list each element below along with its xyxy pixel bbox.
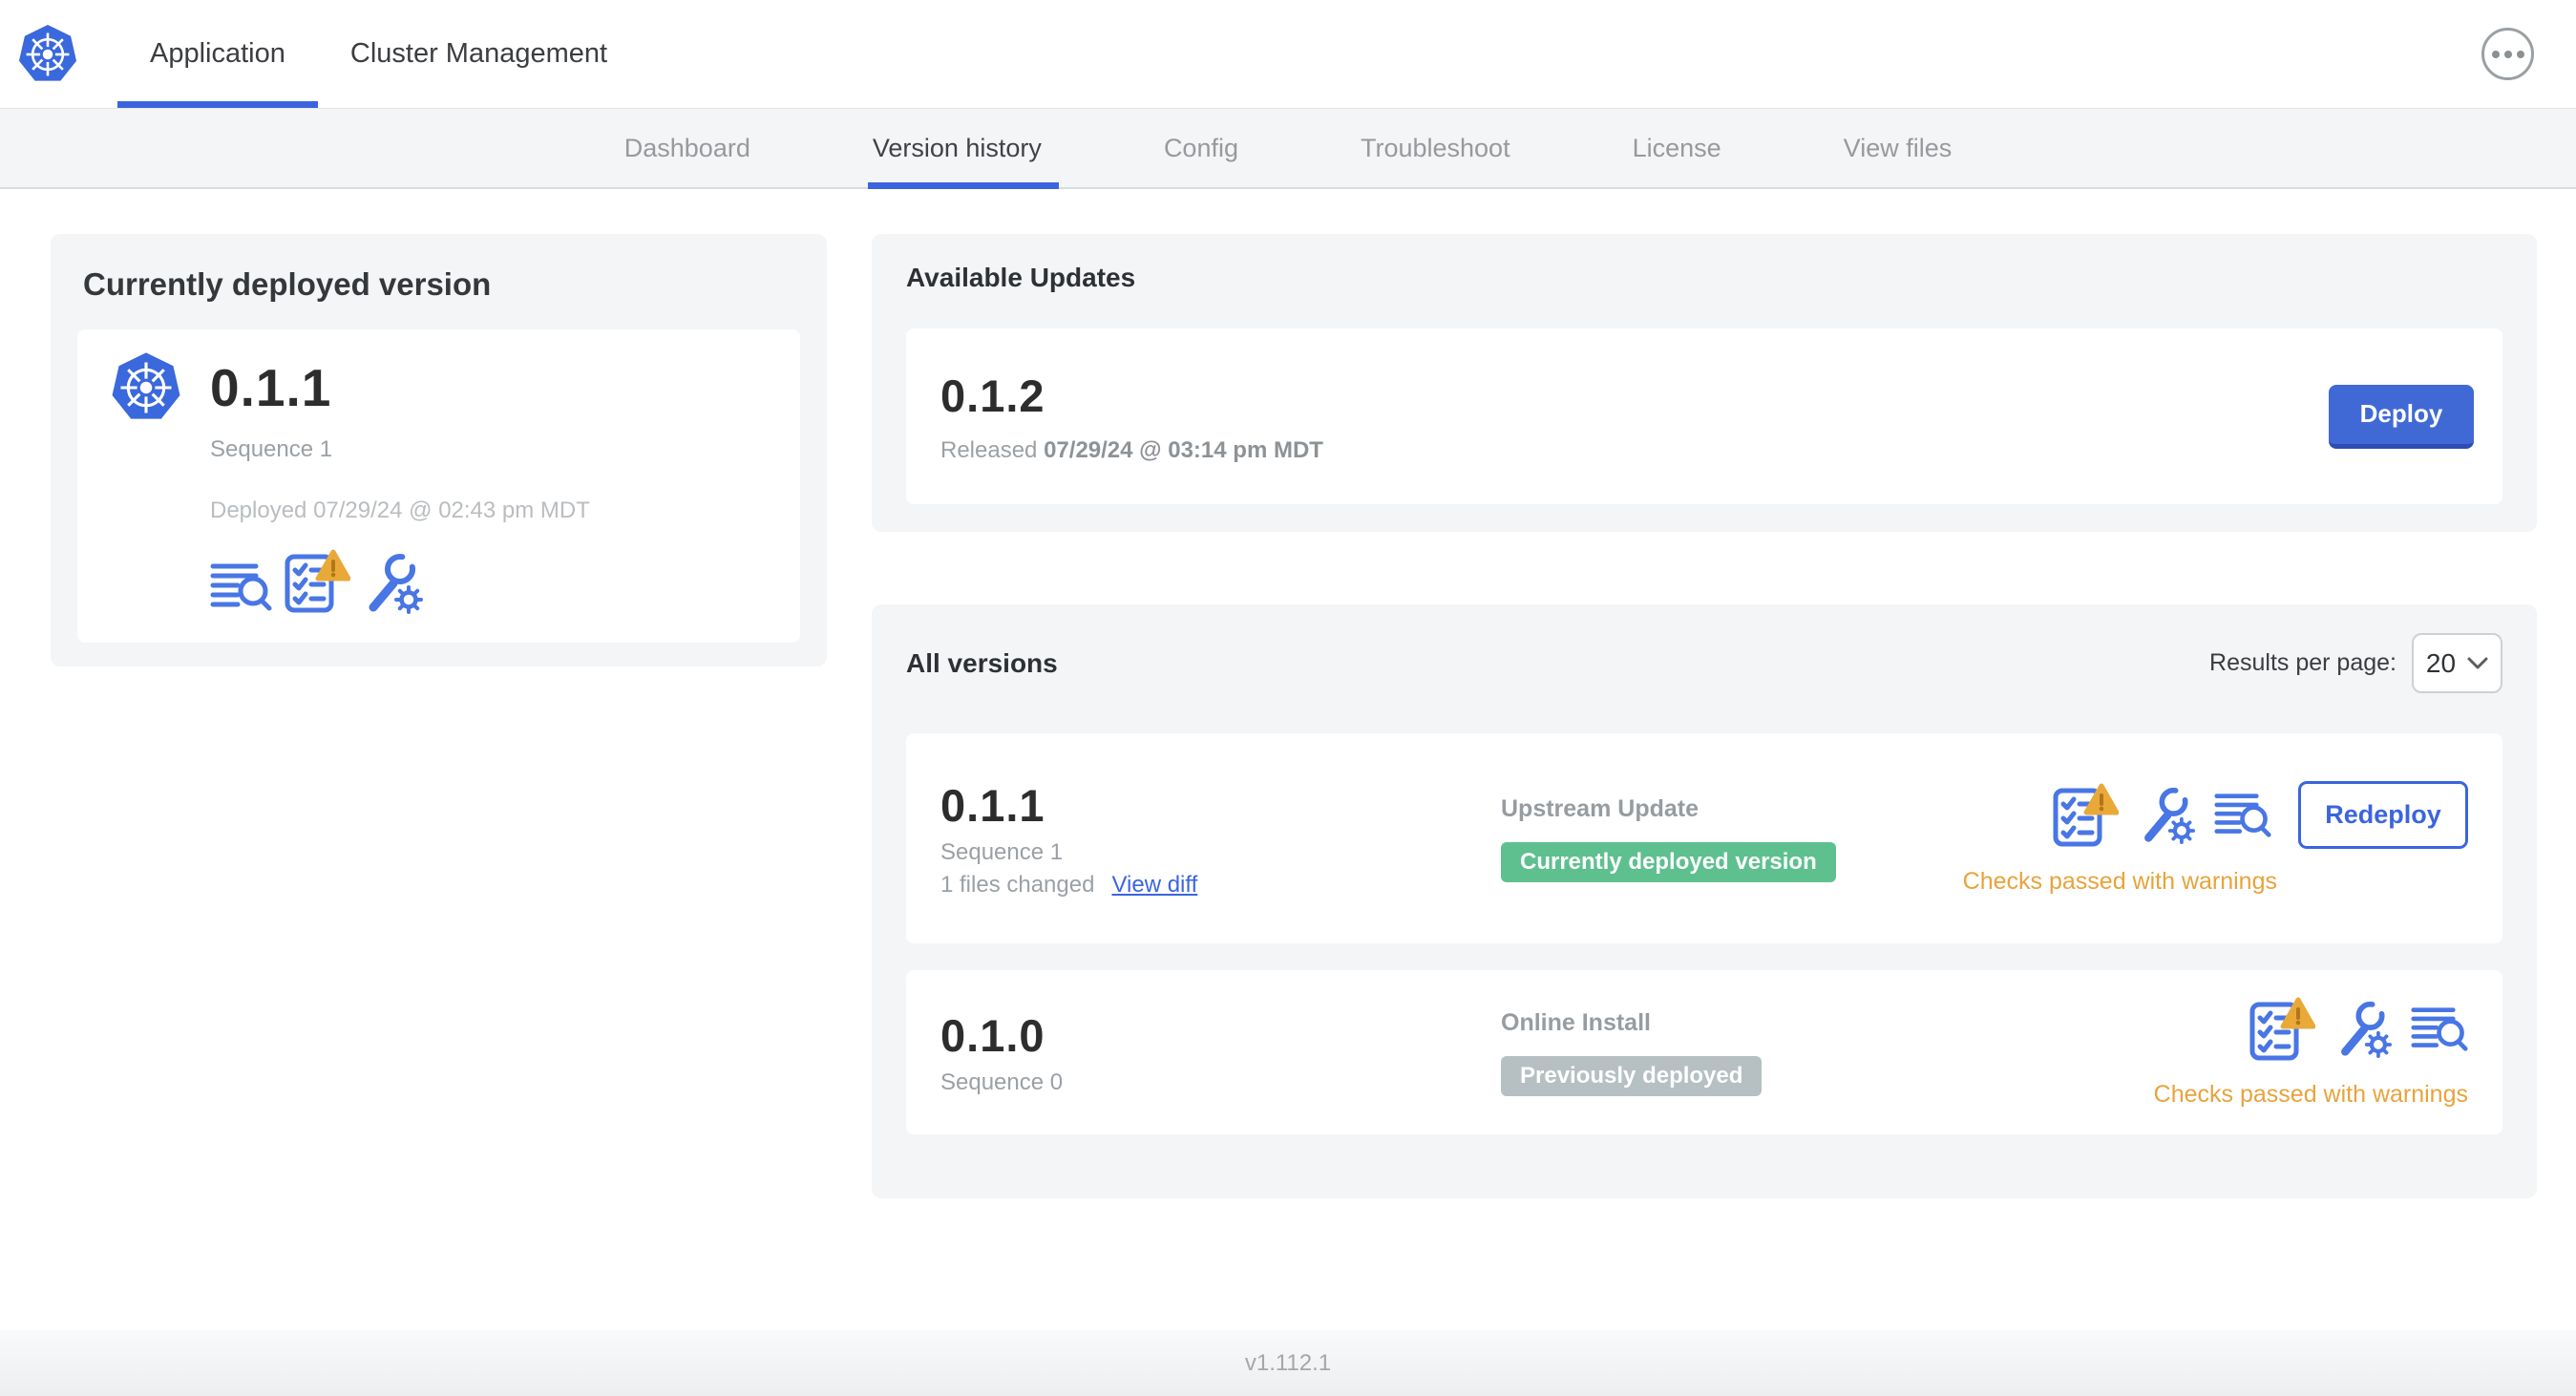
preflight-checks-warning-icon[interactable] (284, 549, 350, 614)
ellipsis-icon (2491, 50, 2500, 58)
ellipsis-menu-button[interactable] (2481, 28, 2534, 80)
tab-application[interactable]: Application (117, 0, 318, 108)
row-version-number: 0.1.0 (940, 1009, 1045, 1061)
version-source-label: Online Install (1501, 1008, 1651, 1036)
footer: v1.112.1 (0, 1330, 2576, 1396)
currently-deployed-title: Currently deployed version (83, 266, 492, 302)
row-version-number: 0.1.1 (940, 779, 1045, 831)
deployed-sequence: Sequence 1 (210, 436, 333, 462)
files-changed-label: 1 files changed (940, 871, 1095, 898)
status-badge: Previously deployed (1501, 1055, 1763, 1096)
all-versions-card: All versions Results per page: 20 0.1.1 (872, 604, 2537, 1198)
main-content: Currently deployed version 0.1.1 Sequenc… (0, 189, 2576, 1330)
tab-version-history[interactable]: Version history (867, 109, 1060, 189)
available-updates-title: Available Updates (906, 263, 1136, 292)
preflight-status-text: Checks passed with warnings (1962, 868, 2277, 895)
available-updates-card: Available Updates 0.1.2 Released 07/29/2… (872, 234, 2537, 532)
kubernetes-logo (17, 23, 78, 82)
deployed-timestamp: Deployed 07/29/24 @ 02:43 pm MDT (210, 497, 590, 523)
top-nav: Application Cluster Management (0, 0, 2576, 108)
chevron-down-icon (2467, 657, 2488, 668)
tab-license[interactable]: License (1633, 109, 1721, 187)
preflight-checks-warning-icon[interactable] (2249, 997, 2315, 1062)
all-versions-title: All versions (906, 647, 1058, 678)
deployed-version-number: 0.1.1 (210, 358, 332, 417)
preflight-status-text: Checks passed with warnings (2153, 1080, 2468, 1108)
update-version-number: 0.1.2 (940, 370, 1045, 421)
tab-cluster-management[interactable]: Cluster Management (318, 0, 640, 108)
currently-deployed-card: Currently deployed version 0.1.1 Sequenc… (51, 234, 827, 666)
tab-config[interactable]: Config (1164, 109, 1238, 187)
tab-dashboard[interactable]: Dashboard (624, 109, 750, 187)
config-icon[interactable] (362, 553, 423, 614)
currently-deployed-version-card: 0.1.1 Sequence 1 Deployed 07/29/24 @ 02:… (77, 329, 800, 643)
row-sequence: Sequence 1 (940, 838, 1064, 865)
version-row: 0.1.0 Sequence 0 Online Install Previous… (906, 970, 2502, 1134)
app-sub-nav: Dashboard Version history Config Trouble… (0, 108, 2576, 189)
release-notes-icon[interactable] (2411, 1005, 2468, 1054)
config-icon[interactable] (2334, 1001, 2392, 1058)
console-version: v1.112.1 (1244, 1349, 1332, 1376)
available-update-row: 0.1.2 Released 07/29/24 @ 03:14 pm MDT D… (906, 328, 2502, 504)
preflight-checks-warning-icon[interactable] (2052, 783, 2119, 848)
release-notes-icon[interactable] (2214, 791, 2271, 840)
tab-troubleshoot[interactable]: Troubleshoot (1361, 109, 1510, 187)
results-per-page-select[interactable]: 20 (2412, 633, 2502, 693)
version-row: 0.1.1 Sequence 1 1 files changed View di… (906, 733, 2502, 943)
results-per-page-label: Results per page: (2209, 649, 2397, 676)
top-nav-tabs: Application Cluster Management (117, 0, 640, 108)
status-badge: Currently deployed version (1501, 841, 1836, 882)
tab-view-files[interactable]: View files (1844, 109, 1953, 187)
redeploy-button[interactable]: Redeploy (2298, 781, 2468, 849)
version-source-label: Upstream Update (1501, 794, 1699, 822)
view-diff-link[interactable]: View diff (1111, 872, 1197, 899)
row-sequence: Sequence 0 (940, 1068, 1064, 1095)
deploy-button[interactable]: Deploy (2329, 384, 2474, 449)
app-logo (110, 350, 182, 421)
update-released-timestamp: Released 07/29/24 @ 03:14 pm MDT (940, 436, 1323, 463)
config-icon[interactable] (2138, 787, 2195, 844)
release-notes-icon[interactable] (210, 561, 272, 614)
